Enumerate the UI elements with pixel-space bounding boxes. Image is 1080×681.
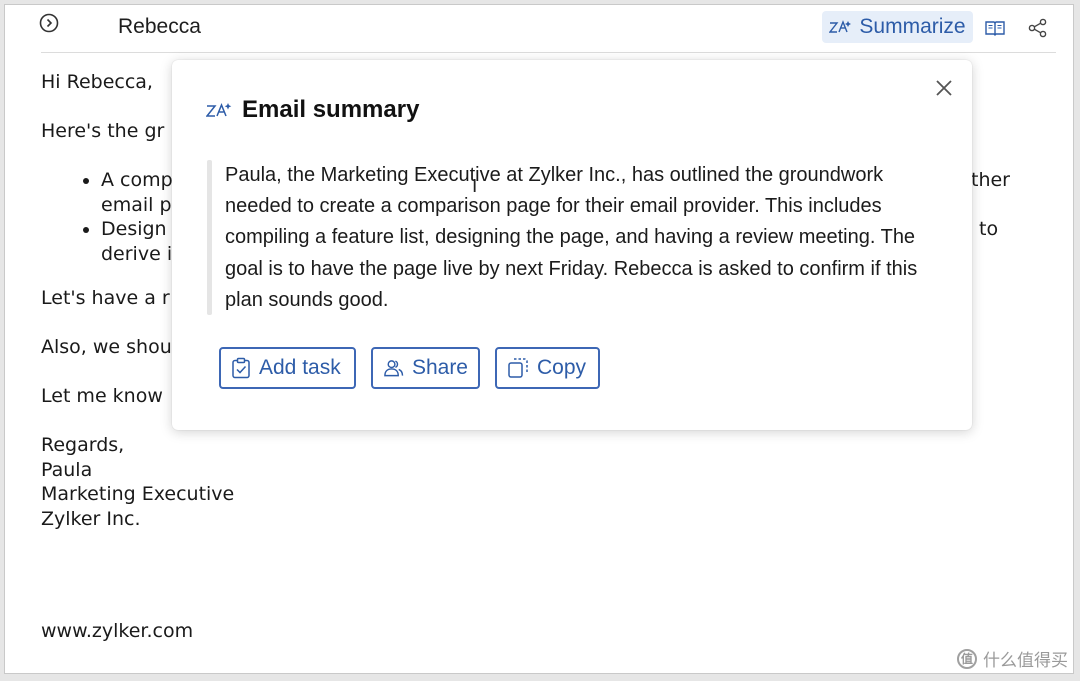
header-divider — [41, 52, 1056, 53]
email-signature: Regards, Paula Marketing Executive Zylke… — [41, 433, 1033, 531]
share-tool-button[interactable] — [1027, 17, 1049, 39]
signature-company: Zylker Inc. — [41, 507, 141, 530]
signature-role: Marketing Executive — [41, 483, 235, 505]
popover-title: Email summary — [242, 96, 420, 123]
copy-icon — [508, 358, 528, 378]
copy-label: Copy — [537, 356, 587, 379]
email-header: Rebecca Summarize — [5, 5, 1073, 51]
quote-bar — [207, 160, 212, 315]
bullet-text: A comp — [101, 169, 173, 191]
popover-header: Email summary — [206, 96, 419, 124]
expand-button[interactable] — [39, 13, 59, 33]
signature-regards: Regards, — [41, 434, 125, 456]
summarize-label: Summarize — [859, 15, 966, 38]
expand-circle-icon — [39, 13, 59, 33]
share-button[interactable]: Share — [371, 347, 480, 389]
summary-text: Paula, the Marketing Executive at Zylker… — [225, 164, 918, 311]
signature-name: Paula — [41, 458, 93, 481]
book-icon — [985, 21, 1005, 36]
bullet-text: Design — [101, 218, 167, 240]
site-watermark: 值 什么值得买 — [957, 646, 1068, 671]
share-label: Share — [411, 356, 468, 379]
clipboard-check-icon — [232, 357, 250, 379]
ai-sparkle-icon — [206, 103, 232, 117]
summarize-button[interactable]: Summarize — [822, 11, 973, 43]
add-task-label: Add task — [259, 356, 341, 379]
reader-mode-button[interactable] — [984, 17, 1006, 39]
watermark-logo: 值 — [957, 648, 977, 669]
bullet-text: derive i — [101, 242, 173, 265]
close-icon — [936, 80, 952, 96]
signature-website[interactable]: www.zylker.com — [41, 620, 193, 642]
add-task-button[interactable]: Add task — [219, 347, 356, 389]
share-icon — [1028, 18, 1047, 38]
sender-name: Rebecca — [118, 15, 201, 38]
bullet-text: email p — [101, 193, 172, 216]
watermark-text: 什么值得买 — [983, 651, 1068, 671]
email-summary-popover: Email summary Paula, the Marketing Execu… — [172, 60, 972, 430]
ai-sparkle-icon — [829, 20, 852, 33]
bullet-text-tail: ther — [971, 169, 1010, 191]
summary-actions: Add task Share Copy — [219, 347, 600, 389]
close-button[interactable] — [932, 76, 956, 100]
email-viewer: Rebecca Summarize Hi Rebecca, Here's the… — [4, 4, 1074, 674]
users-icon — [384, 360, 404, 377]
text-cursor-icon: I — [472, 176, 478, 197]
bullet-text-tail: to — [979, 218, 999, 240]
copy-button[interactable]: Copy — [495, 347, 600, 389]
